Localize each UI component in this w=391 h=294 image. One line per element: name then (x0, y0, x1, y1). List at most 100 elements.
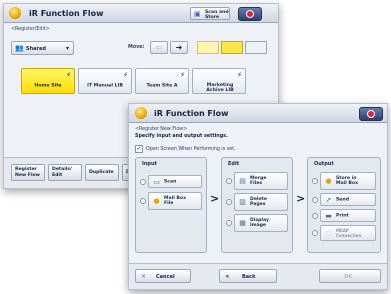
item-label: Delete Pages (250, 197, 267, 207)
front-bottom-bar: ✕ Cancel ◂ Back OK (129, 263, 387, 289)
back-breadcrumb: <Register/Edit> (11, 27, 50, 32)
item-label: Mail Box File (164, 196, 187, 206)
details-edit-button[interactable]: Details/ Edit (48, 164, 82, 181)
cancel-button[interactable]: ✕ Cancel (135, 269, 191, 283)
output-send-radio[interactable] (312, 196, 318, 203)
output-column-label: Output (314, 161, 334, 167)
instruction-text: Specify input and output settings. (135, 134, 228, 139)
view-large-button[interactable] (245, 41, 267, 54)
register-new-flow-heading: <Register New Flow> (135, 127, 188, 132)
app-icon (135, 107, 147, 119)
send-icon: ➚ (325, 195, 332, 204)
print-icon: ▬ (325, 211, 332, 220)
filter-select-value: Shared (26, 46, 46, 52)
item-label: Print (336, 213, 349, 218)
scan-and-store-button[interactable]: ▣ Scan and Store (190, 7, 230, 20)
ok-button[interactable]: OK (319, 269, 381, 283)
arrow-right-icon: > (210, 192, 220, 205)
meap-icon: ◌ (325, 229, 332, 237)
close-icon (368, 111, 374, 117)
back-label: Back (242, 274, 256, 280)
output-print[interactable]: ▬ Print (312, 209, 376, 222)
duplicate-button[interactable]: Duplicate (85, 164, 119, 181)
item-label: Display Image (250, 218, 269, 228)
output-column: Output ● Store in Mail Box ➚ Send ▬ Prin… (307, 157, 381, 253)
button-label: Register New Flow (15, 167, 40, 178)
flow-filter-select[interactable]: 👥 Shared ▾ (11, 41, 74, 55)
app-icon (9, 7, 21, 19)
arrow-right-icon: > (296, 192, 306, 205)
edit-column: Edit ▤ Merge Files ▥ Delete Pages ▦ Disp… (221, 157, 293, 253)
flow-label: IT Manual LIB (87, 83, 123, 89)
edit-merge-radio[interactable] (226, 178, 232, 184)
front-titlebar: iR Function Flow (129, 104, 387, 123)
move-label: Move: (128, 45, 145, 50)
display-icon: ▦ (239, 219, 246, 227)
magic-wand-icon: ⚡ (123, 71, 128, 79)
item-label: Merge Files (250, 176, 267, 186)
output-meap-connection[interactable]: ◌ MEAP Connection (312, 225, 376, 241)
edit-merge-files[interactable]: ▤ Merge Files (226, 172, 288, 190)
users-icon: 👥 (15, 44, 24, 52)
button-label: Duplicate (89, 170, 114, 175)
delete-pages-icon: ▥ (239, 198, 246, 206)
mailbox-icon: ● (153, 197, 160, 205)
edit-delete-radio[interactable] (226, 199, 232, 205)
output-meap-radio[interactable] (312, 230, 318, 236)
output-send[interactable]: ➚ Send (312, 193, 376, 206)
merge-icon: ▤ (239, 177, 246, 185)
close-icon (247, 11, 253, 17)
output-store-in-mail-box[interactable]: ● Store in Mail Box (312, 172, 376, 190)
scanner-icon: ▭ (153, 177, 160, 186)
back-titlebar: iR Function Flow ▣ Scan and Store (4, 4, 278, 23)
front-close-button[interactable] (359, 107, 383, 121)
close-x-icon: ✕ (141, 273, 147, 280)
register-new-flow-button[interactable]: Register New Flow (11, 164, 45, 181)
scan-and-store-label: Scan and Store (205, 10, 229, 20)
output-store-radio[interactable] (312, 178, 318, 184)
input-scan-radio[interactable] (140, 178, 146, 185)
input-scan[interactable]: ▭ Scan (140, 175, 202, 188)
front-window-title: iR Function Flow (154, 109, 229, 118)
back-window-title: iR Function Flow (29, 9, 104, 18)
chevron-down-icon: ▾ (65, 45, 69, 52)
move-right-button[interactable]: ➜ (170, 41, 188, 54)
view-list-button[interactable] (197, 41, 219, 54)
input-column-label: Input (142, 161, 157, 167)
open-screen-label: Open Screen When Performing is set. (146, 147, 236, 152)
arrow-left-icon: ◂ (225, 272, 229, 280)
flow-it-manual-lib[interactable]: ⚡ IT Manual LIB (78, 68, 132, 94)
edit-display-radio[interactable] (226, 220, 232, 226)
ok-label: OK (344, 274, 353, 280)
open-screen-checkbox[interactable]: ✓ (135, 145, 143, 153)
item-label: Store in Mail Box (336, 176, 359, 186)
input-mail-box-radio[interactable] (140, 198, 146, 204)
input-mail-box-file[interactable]: ● Mail Box File (140, 192, 202, 210)
view-mode-group (197, 41, 269, 54)
magic-wand-icon: ⚡ (66, 71, 71, 79)
back-close-button[interactable] (238, 7, 262, 21)
back-button[interactable]: ◂ Back (219, 269, 277, 283)
flow-label: Home Site (34, 83, 62, 89)
move-left-button[interactable]: ⇦ (150, 41, 168, 54)
flow-marketing-achive-lib[interactable]: ⚡ Marketing Achive LIB (192, 68, 246, 94)
input-column: Input ▭ Scan ● Mail Box File (135, 157, 207, 253)
flow-home-site[interactable]: ⚡ Home Site (21, 68, 75, 94)
magic-wand-icon: ⚡ (180, 71, 185, 79)
edit-delete-pages[interactable]: ▥ Delete Pages (226, 193, 288, 211)
flow-label: Team Site A (146, 83, 178, 89)
flow-label: Marketing Achive LIB (206, 83, 234, 93)
item-label: Scan (164, 179, 177, 184)
button-label: Details/ Edit (52, 167, 72, 178)
output-print-radio[interactable] (312, 212, 318, 219)
edit-display-image[interactable]: ▦ Display Image (226, 214, 288, 232)
magic-wand-icon: ⚡ (237, 71, 242, 79)
store-icon: ● (325, 177, 332, 185)
item-label: Send (336, 197, 349, 202)
item-label: MEAP Connection (336, 228, 362, 238)
view-grid-button[interactable] (221, 41, 243, 54)
flow-team-site-a[interactable]: ⚡ Team Site A (135, 68, 189, 94)
cancel-label: Cancel (156, 274, 175, 280)
front-window: iR Function Flow <Register New Flow> Spe… (128, 103, 388, 290)
scan-store-icon: ▣ (194, 10, 201, 18)
